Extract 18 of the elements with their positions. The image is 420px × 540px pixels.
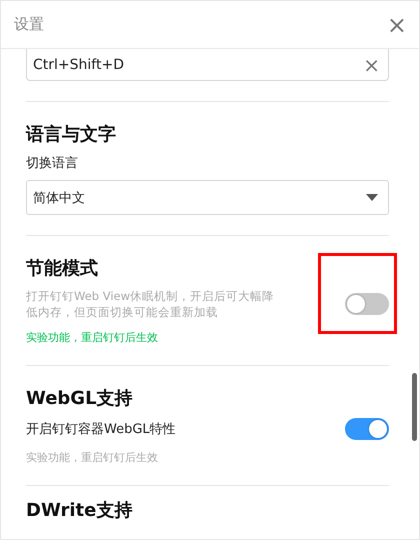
toggle-switch[interactable] [345, 418, 389, 440]
experimental-note: 实验功能，重启钉钉后生效 [26, 450, 159, 465]
setting-label: 切换语言 [26, 155, 79, 172]
section-heading: 节能模式 [26, 257, 99, 280]
close-button[interactable]: × [382, 12, 411, 36]
setting-description: 打开钉钉Web View休眠机制，开启后可大幅降低内存，但页面切换可能会重新加载 [26, 288, 276, 320]
section-heading: DWrite支持 [26, 499, 134, 522]
section-heading: 语言与文字 [26, 123, 117, 146]
section-heading: WebGL支持 [26, 387, 134, 410]
experimental-note: 实验功能，重启钉钉后生效 [26, 330, 159, 345]
scrollbar[interactable] [412, 373, 417, 441]
toggle-switch[interactable] [345, 293, 389, 315]
shortcut-field[interactable]: Ctrl+Shift+D × [26, 49, 389, 81]
setting-label: 开启钉钉容器WebGL特性 [26, 421, 176, 438]
clear-button[interactable]: × [363, 54, 380, 74]
language-dropdown[interactable]: 简体中文 [26, 180, 389, 215]
caret-icon [366, 194, 378, 201]
window-title: 设置 [14, 15, 44, 34]
